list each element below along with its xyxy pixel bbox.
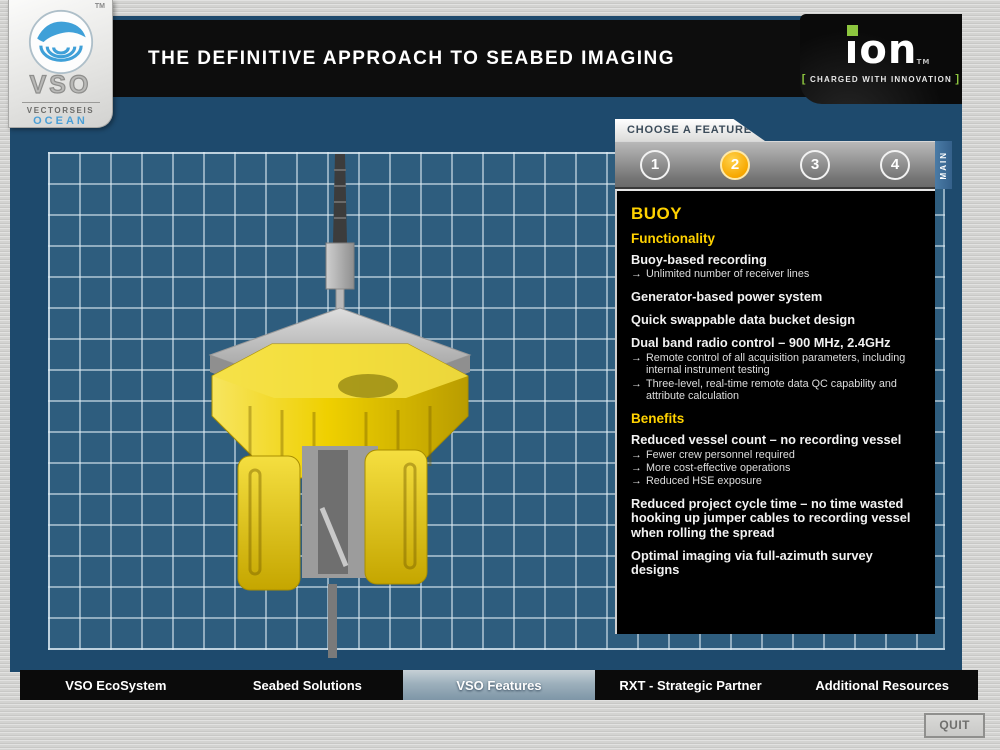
feature-item: Reduced project cycle time – no time was… xyxy=(631,497,923,540)
section-heading: Functionality xyxy=(631,231,923,246)
feature-item-sub: →Fewer crew personnel required xyxy=(631,449,923,461)
arrow-icon: → xyxy=(631,449,646,461)
section-heading: Benefits xyxy=(631,411,923,426)
feature-item-sub: →More cost-effective operations xyxy=(631,462,923,474)
feature-item-sub-text: Unlimited number of receiver lines xyxy=(646,268,923,280)
vso-trademark: TM xyxy=(95,3,105,10)
feature-button-1[interactable]: 1 xyxy=(640,150,670,180)
antenna-icon xyxy=(333,154,347,243)
feature-item-sub-text: More cost-effective operations xyxy=(646,462,923,474)
feature-item-head: Reduced vessel count – no recording vess… xyxy=(631,433,923,447)
arrow-icon: → xyxy=(631,268,646,280)
nav-item-vso-features[interactable]: VSO Features xyxy=(403,670,595,700)
quit-button[interactable]: QUIT xyxy=(924,713,985,738)
feature-item: Generator-based power system xyxy=(631,290,923,304)
feature-item-head: Dual band radio control – 900 MHz, 2.4GH… xyxy=(631,336,923,350)
feature-item-sub-text: Reduced HSE exposure xyxy=(646,475,923,487)
feature-button-bar: 1 2 3 4 xyxy=(615,141,935,189)
panel-title: BUOY xyxy=(631,204,923,224)
feature-item: Optimal imaging via full-azimuth survey … xyxy=(631,549,923,578)
nav-item-additional-resources[interactable]: Additional Resources xyxy=(786,670,978,700)
bottom-navigation: VSO EcoSystemSeabed SolutionsVSO Feature… xyxy=(20,670,978,700)
nav-item-rxt-strategic-partner[interactable]: RXT - Strategic Partner xyxy=(595,670,787,700)
feature-item-head: Reduced project cycle time – no time was… xyxy=(631,497,923,540)
wave-ripple-icon xyxy=(28,9,94,75)
feature-item: Dual band radio control – 900 MHz, 2.4GH… xyxy=(631,336,923,402)
feature-item-sub-text: Three-level, real-time remote data QC ca… xyxy=(646,378,923,403)
feature-button-4[interactable]: 4 xyxy=(880,150,910,180)
ion-trademark: TM xyxy=(917,60,931,66)
feature-item-sub-text: Fewer crew personnel required xyxy=(646,449,923,461)
feature-item-sub: →Reduced HSE exposure xyxy=(631,475,923,487)
page-title: THE DEFINITIVE APPROACH TO SEABED IMAGIN… xyxy=(113,48,675,70)
feature-info-panel: BUOY FunctionalityBuoy-based recording→U… xyxy=(615,189,935,634)
ion-green-dot-icon xyxy=(847,25,858,36)
arrow-icon: → xyxy=(631,378,646,403)
feature-item-sub: →Three-level, real-time remote data QC c… xyxy=(631,378,923,403)
arrow-icon: → xyxy=(631,462,646,474)
vso-acronym: VSO xyxy=(30,73,92,98)
buoy-3d-render xyxy=(150,148,550,658)
vso-vectorseis-label: VECTORSEIS xyxy=(27,106,94,115)
feature-item-sub: →Remote control of all acquisition param… xyxy=(631,352,923,377)
ion-wordmark: ıon TM xyxy=(845,34,918,66)
feature-item: Reduced vessel count – no recording vess… xyxy=(631,433,923,488)
feature-button-3[interactable]: 3 xyxy=(800,150,830,180)
feature-item: Buoy-based recording→Unlimited number of… xyxy=(631,253,923,281)
main-side-tab[interactable]: MAIN xyxy=(935,141,952,189)
arrow-icon: → xyxy=(631,475,646,487)
divider xyxy=(22,102,100,103)
ion-logo: ıon TM [ CHARGED WITH INNOVATION ] xyxy=(800,14,962,104)
feature-item-sub: →Unlimited number of receiver lines xyxy=(631,268,923,280)
nav-item-vso-ecosystem[interactable]: VSO EcoSystem xyxy=(20,670,212,700)
feature-item: Quick swappable data bucket design xyxy=(631,313,923,327)
vso-logo: TM VSO VECTORSEIS OCEAN xyxy=(8,0,113,128)
feature-item-head: Generator-based power system xyxy=(631,290,923,304)
vso-ocean-label: OCEAN xyxy=(33,115,88,127)
feature-item-sub-text: Remote control of all acquisition parame… xyxy=(646,352,923,377)
feature-item-head: Quick swappable data bucket design xyxy=(631,313,923,327)
nav-item-seabed-solutions[interactable]: Seabed Solutions xyxy=(212,670,404,700)
feature-item-head: Buoy-based recording xyxy=(631,253,923,267)
ion-tagline: [ CHARGED WITH INNOVATION ] xyxy=(802,73,961,85)
arrow-icon: → xyxy=(631,352,646,377)
feature-item-head: Optimal imaging via full-azimuth survey … xyxy=(631,549,923,578)
feature-button-2-active[interactable]: 2 xyxy=(720,150,750,180)
cable-icon xyxy=(328,584,337,658)
